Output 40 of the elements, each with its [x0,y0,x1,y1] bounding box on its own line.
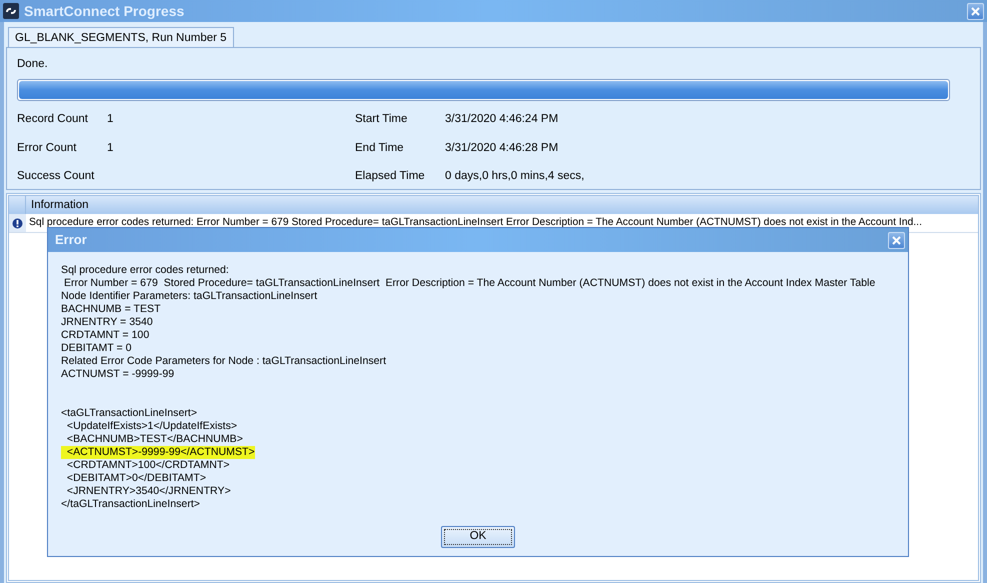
xml-line: </taGLTransactionLineInsert> [61,498,200,510]
close-icon [892,236,901,244]
status-text: Done. [17,57,49,72]
stat-value: 1 [107,140,114,156]
dialog-title: Error [55,231,88,250]
table-cell-text: Sql procedure error codes returned: Error Number = 679 Stored Procedure= taGLTransactionLineInsert Error Description = The Account Number (ACTNUMST) does not exist in the Account Ind... [28,216,922,230]
stat-label: Success Count [17,168,96,184]
message-line: JRNENTRY = 3540 [61,316,153,329]
window-title: SmartConnect Progress [24,2,186,21]
close-button[interactable] [888,232,905,248]
stat-value: 3/31/2020 4:46:28 PM [445,140,560,156]
xml-line: <JRNENTRY>3540</JRNENTRY> [66,485,231,497]
xml-line: <DEBITAMT>0</DEBITAMT> [66,472,206,484]
ok-button[interactable]: OK [441,526,515,548]
stat-label: Elapsed Time [355,168,426,184]
stat-value: 3/31/2020 4:46:24 PM [445,112,560,128]
message-line: ACTNUMST = -9999-99 [61,368,174,381]
stat-label: End Time [355,140,405,156]
xml-line: <taGLTransactionLineInsert> [61,407,198,419]
xml-line: <CRDTAMNT>100</CRDTAMNT> [66,459,230,471]
message-line: Sql procedure error codes returned: [61,264,229,277]
message-line: CRDTAMNT = 100 [61,329,150,342]
info-icon [12,218,23,228]
stat-label: Start Time [355,112,408,128]
stat-value: 1 [107,112,114,128]
message-line: Error Number = 679 Stored Procedure= taGLTransactionLineInsert Error Description = The Account Number (ACTNUMST) does not exist in the Account Index Master Table [62,277,876,290]
message-line: DEBITAMT = 0 [61,342,132,355]
stat-label: Record Count [17,112,89,128]
message-line: Node Identifier Parameters: taGLTransactionLineInsert [61,290,318,303]
stat-value: 0 days,0 hrs,0 mins,4 secs, [445,168,586,184]
message-line: BACHNUMB = TEST [61,303,161,316]
message-line: Related Error Code Parameters for Node : taGLTransactionLineInsert [61,355,386,368]
tab[interactable]: GL_BLANK_SEGMENTS, Run Number 5 [8,27,234,47]
xml-line: <UpdateIfExists>1</UpdateIfExists> [66,420,238,432]
close-button[interactable] [967,2,984,20]
stat-label: Error Count [17,140,78,156]
app-logo-icon [3,3,19,19]
column-header: Information [30,198,90,213]
xml-line: <BACHNUMB>TEST</BACHNUMB> [66,433,243,445]
close-icon [971,6,980,16]
